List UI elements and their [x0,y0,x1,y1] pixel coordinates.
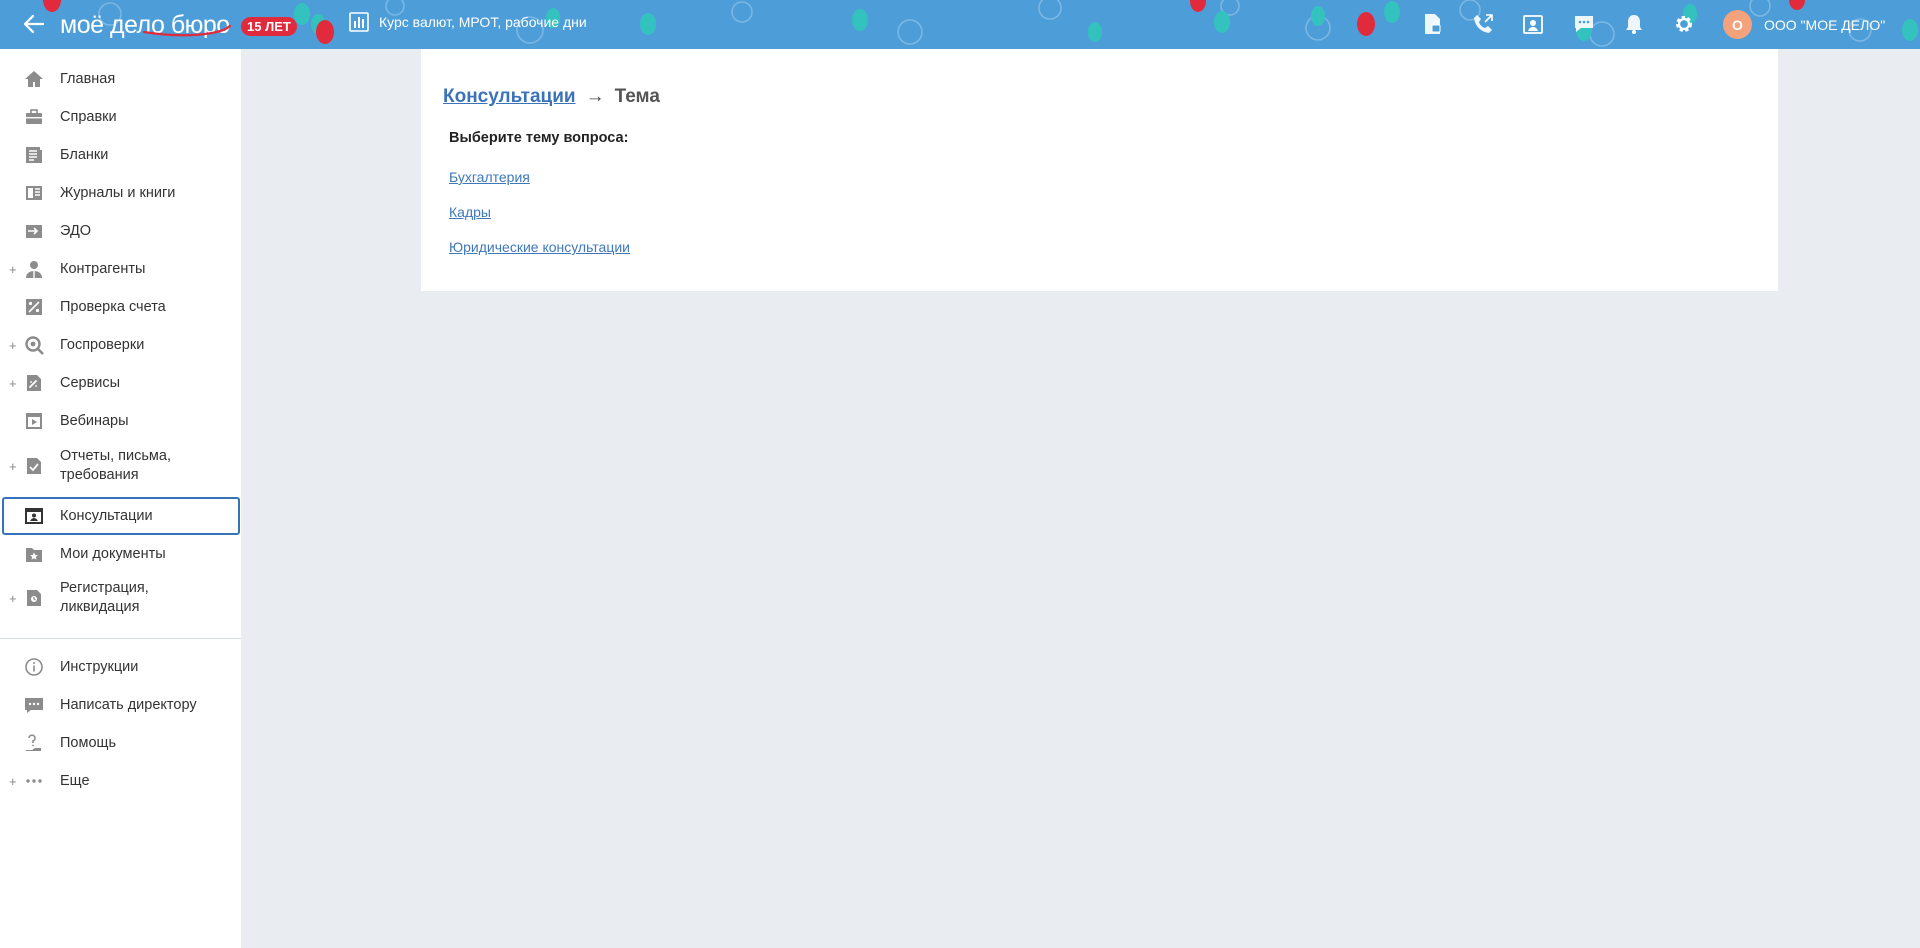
content-card: Консультации → Тема Выберите тему вопрос… [421,49,1778,291]
phone-button[interactable] [1471,12,1495,36]
breadcrumb-consultations-link[interactable]: Консультации [443,86,576,108]
sidebar-item-webinars[interactable]: Вебинары [0,407,241,435]
label-line-1: Отчеты, письма, [60,448,171,464]
sidebar-item-journals[interactable]: Журналы и книги [0,179,241,207]
currency-rates-link[interactable]: Курс валют, МРОТ, рабочие дни [349,12,587,32]
sidebar: Главная Справки Бланки Журналы и книги Э… [0,49,241,948]
expand-plus-icon[interactable]: + [9,339,19,352]
sidebar-item-consultations[interactable]: Консультации [2,497,240,535]
sidebar-item-forms[interactable]: Бланки [0,141,241,169]
sidebar-item-help[interactable]: Помощь [0,729,241,757]
webinar-icon [23,410,45,432]
sidebar-item-references[interactable]: Справки [0,103,241,131]
message-icon [23,694,45,716]
expand-plus-icon[interactable]: + [9,263,19,276]
logo-swoosh-icon [142,24,232,37]
label-line-1: Регистрация, [60,580,149,596]
sidebar-item-label: Еще [60,772,90,789]
anniversary-badge: 15 ЛЕТ [241,17,297,36]
settings-button[interactable] [1672,12,1696,36]
edo-icon [23,220,45,242]
sidebar-item-home[interactable]: Главная [0,65,241,93]
help-icon [23,732,45,754]
sidebar-item-label: Регистрация, ликвидация [60,579,149,617]
sidebar-item-services[interactable]: + Сервисы [0,369,241,397]
sidebar-item-label: Проверка счета [60,298,166,315]
journal-icon [23,182,45,204]
sidebar-item-reports[interactable]: + Отчеты, письма, требования [0,445,241,487]
sidebar-item-label: Вебинары [60,412,129,429]
currency-rates-label: Курс валют, МРОТ, рабочие дни [379,14,587,30]
services-icon [23,372,45,394]
gear-icon [1676,16,1692,32]
label-line-2: ликвидация [60,599,140,615]
briefcase-icon [23,106,45,128]
sidebar-item-label: Помощь [60,734,117,751]
sidebar-item-label: ЭДО [60,222,92,239]
organization-name: ООО "МОЕ ДЕЛО" [1764,16,1886,33]
info-icon [23,656,45,678]
sidebar-item-label: Консультации [60,507,153,524]
sidebar-item-label: Справки [60,108,117,125]
breadcrumb-arrow-icon: → [585,86,605,107]
more-icon [23,770,45,792]
sidebar-item-instructions[interactable]: Инструкции [0,653,241,681]
registration-icon [23,587,45,609]
sidebar-item-write-director[interactable]: Написать директору [0,691,241,719]
avatar: О [1723,10,1752,39]
expand-plus-icon[interactable]: + [9,592,19,605]
sidebar-item-label: Госпроверки [60,336,145,353]
breadcrumb: Консультации → Тема [443,86,660,108]
sidebar-item-label: Написать директору [60,696,197,713]
sidebar-item-label: Главная [60,70,116,87]
chat-button[interactable] [1572,12,1596,36]
account-check-icon [23,296,45,318]
sidebar-item-label: Бланки [60,146,109,163]
sidebar-item-inspections[interactable]: + Госпроверки [0,331,241,359]
document-lock-icon [1425,14,1441,34]
sidebar-item-label: Мои документы [60,545,166,562]
bell-icon [1626,15,1642,34]
forms-icon [23,144,45,166]
sidebar-item-label: Журналы и книги [60,184,176,201]
back-button[interactable] [20,10,48,38]
phone-icon [1474,14,1493,33]
notifications-button[interactable] [1622,12,1646,36]
chart-icon [349,12,369,32]
consultation-icon [23,505,45,527]
topic-link-accounting[interactable]: Бухгалтерия [449,169,530,185]
page-title: Тема [614,86,660,107]
chat-icon [1575,16,1593,32]
contractor-icon [23,258,45,280]
sidebar-divider [0,638,241,639]
user-menu[interactable]: О ООО "МОЕ ДЕЛО" [1723,10,1885,39]
sidebar-item-label: Отчеты, письма, требования [60,447,171,485]
sidebar-item-my-documents[interactable]: Мои документы [0,535,241,573]
expand-plus-icon[interactable]: + [9,460,19,473]
expand-plus-icon[interactable]: + [9,377,19,390]
sidebar-item-more[interactable]: + Еще [0,767,241,795]
sidebar-item-label: Инструкции [60,658,139,675]
sidebar-item-edo[interactable]: ЭДО [0,217,241,245]
topic-heading: Выберите тему вопроса: [449,130,629,146]
home-icon [23,68,45,90]
arrow-left-icon [23,14,45,34]
calendar-person-icon [1523,15,1543,34]
sidebar-item-account-check[interactable]: Проверка счета [0,293,241,321]
my-docs-icon [23,543,45,565]
expand-plus-icon[interactable]: + [9,775,19,788]
calendar-person-button[interactable] [1521,12,1545,36]
document-lock-button[interactable] [1421,12,1445,36]
sidebar-item-label: Контрагенты [60,260,146,277]
sidebar-item-registration[interactable]: + Регистрация, ликвидация [0,577,241,619]
reports-icon [23,455,45,477]
topic-link-legal[interactable]: Юридические консультации [449,239,630,255]
inspection-icon [23,334,45,356]
sidebar-item-label: Сервисы [60,374,121,391]
sidebar-item-contractors[interactable]: + Контрагенты [0,255,241,283]
label-line-2: требования [60,467,139,483]
top-bar: моё дело бюро 15 ЛЕТ Курс валют, МРОТ, р… [0,0,1920,49]
topic-link-hr[interactable]: Кадры [449,204,491,220]
